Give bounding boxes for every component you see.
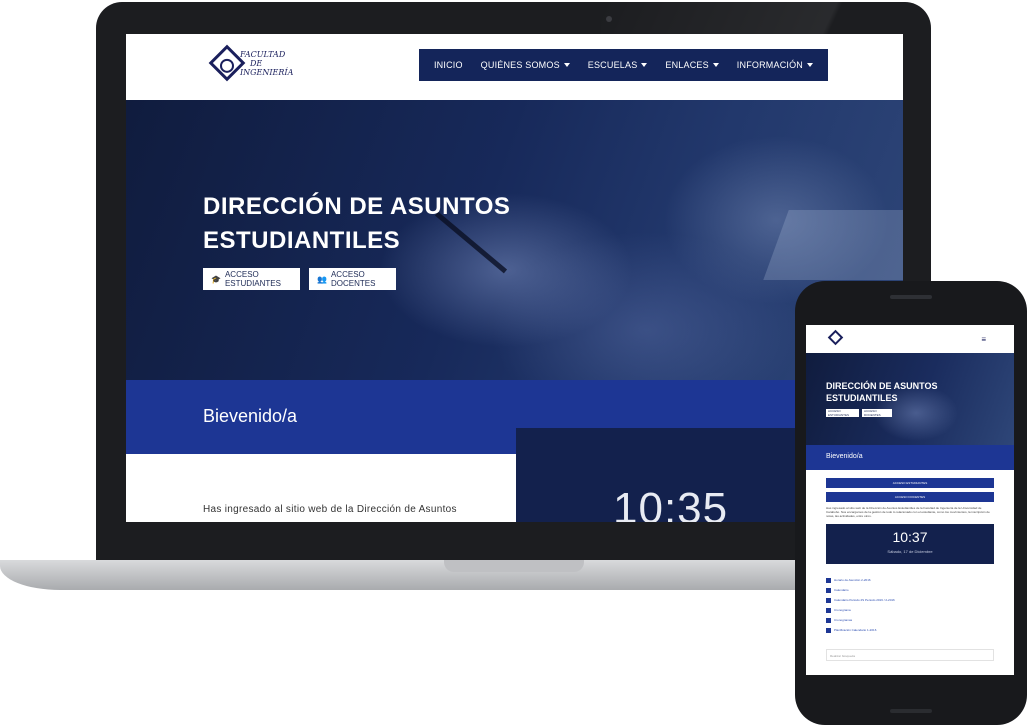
clock-time: 10:35 bbox=[613, 484, 729, 522]
mobile-search-input[interactable]: Realizar búsqueda bbox=[826, 649, 994, 661]
mobile-access-students-button[interactable]: ACCESO ESTUDIANTES bbox=[826, 409, 859, 417]
caret-down-icon bbox=[807, 63, 813, 67]
mobile-logo[interactable] bbox=[827, 329, 854, 346]
device-mockup: FACULTAD DE INGENIERÍA INICIO QUIÉNES SO… bbox=[0, 0, 1027, 728]
phone-speaker bbox=[890, 295, 932, 299]
phone-screen: ≡ DIRECCIÓN DE ASUNTOS ESTUDIANTILES ACC… bbox=[806, 325, 1014, 675]
button-label: ACCESO ESTUDIANTES bbox=[892, 481, 928, 485]
laptop-notch bbox=[444, 560, 584, 572]
button-label: ACCESO DOCENTES bbox=[330, 270, 376, 288]
logo-mark-icon bbox=[827, 329, 844, 346]
mobile-clock-date: Sábado, 17 de Diciembre bbox=[887, 549, 933, 554]
link-text[interactable]: Cronogramas bbox=[834, 618, 852, 622]
mobile-clock-time: 10:37 bbox=[892, 529, 928, 545]
mobile-hero: DIRECCIÓN DE ASUNTOS ESTUDIANTILES ACCES… bbox=[806, 353, 1014, 445]
mobile-header: ≡ bbox=[806, 325, 1014, 353]
nav-label: ESCUELAS bbox=[587, 60, 638, 70]
hamburger-menu-icon[interactable]: ≡ bbox=[981, 335, 986, 344]
bullet-icon bbox=[826, 607, 831, 613]
mobile-clock-widget: 10:37 Sábado, 17 de Diciembre bbox=[826, 524, 994, 564]
bullet-icon bbox=[826, 587, 831, 593]
mobile-welcome-band: Bievenido/a bbox=[806, 445, 1014, 470]
mobile-intro-text: Has ingresado al sitio web de la Direcci… bbox=[826, 506, 990, 518]
users-icon: 👥 bbox=[317, 274, 327, 284]
graduation-cap-icon: 🎓 bbox=[211, 274, 221, 284]
intro-text: Has ingresado al sitio web de la Direcci… bbox=[203, 504, 457, 515]
laptop-camera bbox=[606, 16, 612, 22]
button-label: ACCESO ESTUDIANTES bbox=[828, 409, 850, 417]
logo-line-1: FACULTAD bbox=[240, 50, 286, 59]
link-text[interactable]: Calendario Periodo 2S Periodo 2016 / 2-2… bbox=[834, 598, 895, 602]
mobile-access-teachers-button[interactable]: ACCESO DOCENTES bbox=[862, 409, 892, 417]
access-teachers-button[interactable]: 👥 ACCESO DOCENTES bbox=[309, 268, 396, 290]
nav-item-inicio[interactable]: INICIO bbox=[434, 60, 463, 70]
caret-down-icon bbox=[563, 63, 570, 67]
list-item[interactable]: Planificación Calendario 1-2016 bbox=[826, 625, 994, 635]
bullet-icon bbox=[826, 617, 831, 623]
mobile-welcome-heading: Bievenido/a bbox=[826, 453, 863, 460]
phone-bottom-bar bbox=[890, 709, 932, 713]
button-label: ACCESO DOCENTES bbox=[864, 409, 881, 417]
list-item[interactable]: Horario de Atención 2-2016 bbox=[826, 575, 994, 585]
mobile-teachers-block-button[interactable]: ACCESO DOCENTES bbox=[826, 492, 994, 502]
mobile-students-block-button[interactable]: ACCESO ESTUDIANTES bbox=[826, 478, 994, 488]
access-students-button[interactable]: 🎓 ACCESO ESTUDIANTES bbox=[203, 268, 300, 290]
link-text[interactable]: Horario de Atención 2-2016 bbox=[834, 578, 871, 582]
link-text[interactable]: Cronograma bbox=[834, 608, 851, 612]
link-text[interactable]: Calendario bbox=[834, 588, 849, 592]
hero-banner: DIRECCIÓN DE ASUNTOS ESTUDIANTILES 🎓 ACC… bbox=[126, 100, 903, 380]
nav-label: QUIÉNES SOMOS bbox=[480, 60, 560, 70]
button-label: ACCESO DOCENTES bbox=[894, 495, 926, 499]
mobile-hero-title: DIRECCIÓN DE ASUNTOS ESTUDIANTILES bbox=[826, 381, 938, 403]
hero-laptop-shape bbox=[763, 210, 903, 280]
nav-label: ENLACES bbox=[665, 60, 709, 70]
bullet-icon bbox=[826, 597, 831, 603]
laptop-bezel-bottom bbox=[126, 522, 903, 548]
logo-text: FACULTAD DE INGENIERÍA bbox=[240, 50, 293, 77]
nav-item-enlaces[interactable]: ENLACES bbox=[665, 60, 719, 70]
logo-line-2: DE bbox=[250, 59, 263, 68]
site-header: FACULTAD DE INGENIERÍA INICIO QUIÉNES SO… bbox=[126, 34, 903, 100]
nav-item-escuelas[interactable]: ESCUELAS bbox=[588, 60, 648, 70]
site-logo[interactable]: FACULTAD DE INGENIERÍA bbox=[208, 42, 293, 86]
mobile-content: ACCESO ESTUDIANTES ACCESO DOCENTES Has i… bbox=[806, 470, 1014, 661]
welcome-heading: Bievenido/a bbox=[203, 406, 298, 426]
list-item[interactable]: Cronogramas bbox=[826, 615, 994, 625]
nav-label: INFORMACIÓN bbox=[736, 60, 803, 70]
bullet-icon bbox=[826, 627, 831, 633]
nav-label: INICIO bbox=[433, 60, 463, 70]
hero-title: DIRECCIÓN DE ASUNTOS ESTUDIANTILES bbox=[203, 193, 511, 254]
link-text[interactable]: Planificación Calendario 1-2016 bbox=[834, 628, 876, 632]
mobile-link-list: Horario de Atención 2-2016 Calendario Ca… bbox=[826, 575, 994, 635]
nav-item-informacion[interactable]: INFORMACIÓN bbox=[737, 60, 813, 70]
list-item[interactable]: Calendario Periodo 2S Periodo 2016 / 2-2… bbox=[826, 595, 994, 605]
bullet-icon bbox=[826, 577, 831, 583]
nav-item-quienes-somos[interactable]: QUIÉNES SOMOS bbox=[481, 60, 570, 70]
list-item[interactable]: Calendario bbox=[826, 585, 994, 595]
logo-line-3: INGENIERÍA bbox=[240, 68, 294, 77]
button-label: ACCESO ESTUDIANTES bbox=[224, 270, 281, 288]
laptop-screen: FACULTAD DE INGENIERÍA INICIO QUIÉNES SO… bbox=[126, 34, 903, 522]
caret-down-icon bbox=[712, 63, 719, 67]
main-nav: INICIO QUIÉNES SOMOS ESCUELAS ENLACES IN… bbox=[419, 49, 828, 81]
caret-down-icon bbox=[641, 63, 648, 67]
list-item[interactable]: Cronograma bbox=[826, 605, 994, 615]
